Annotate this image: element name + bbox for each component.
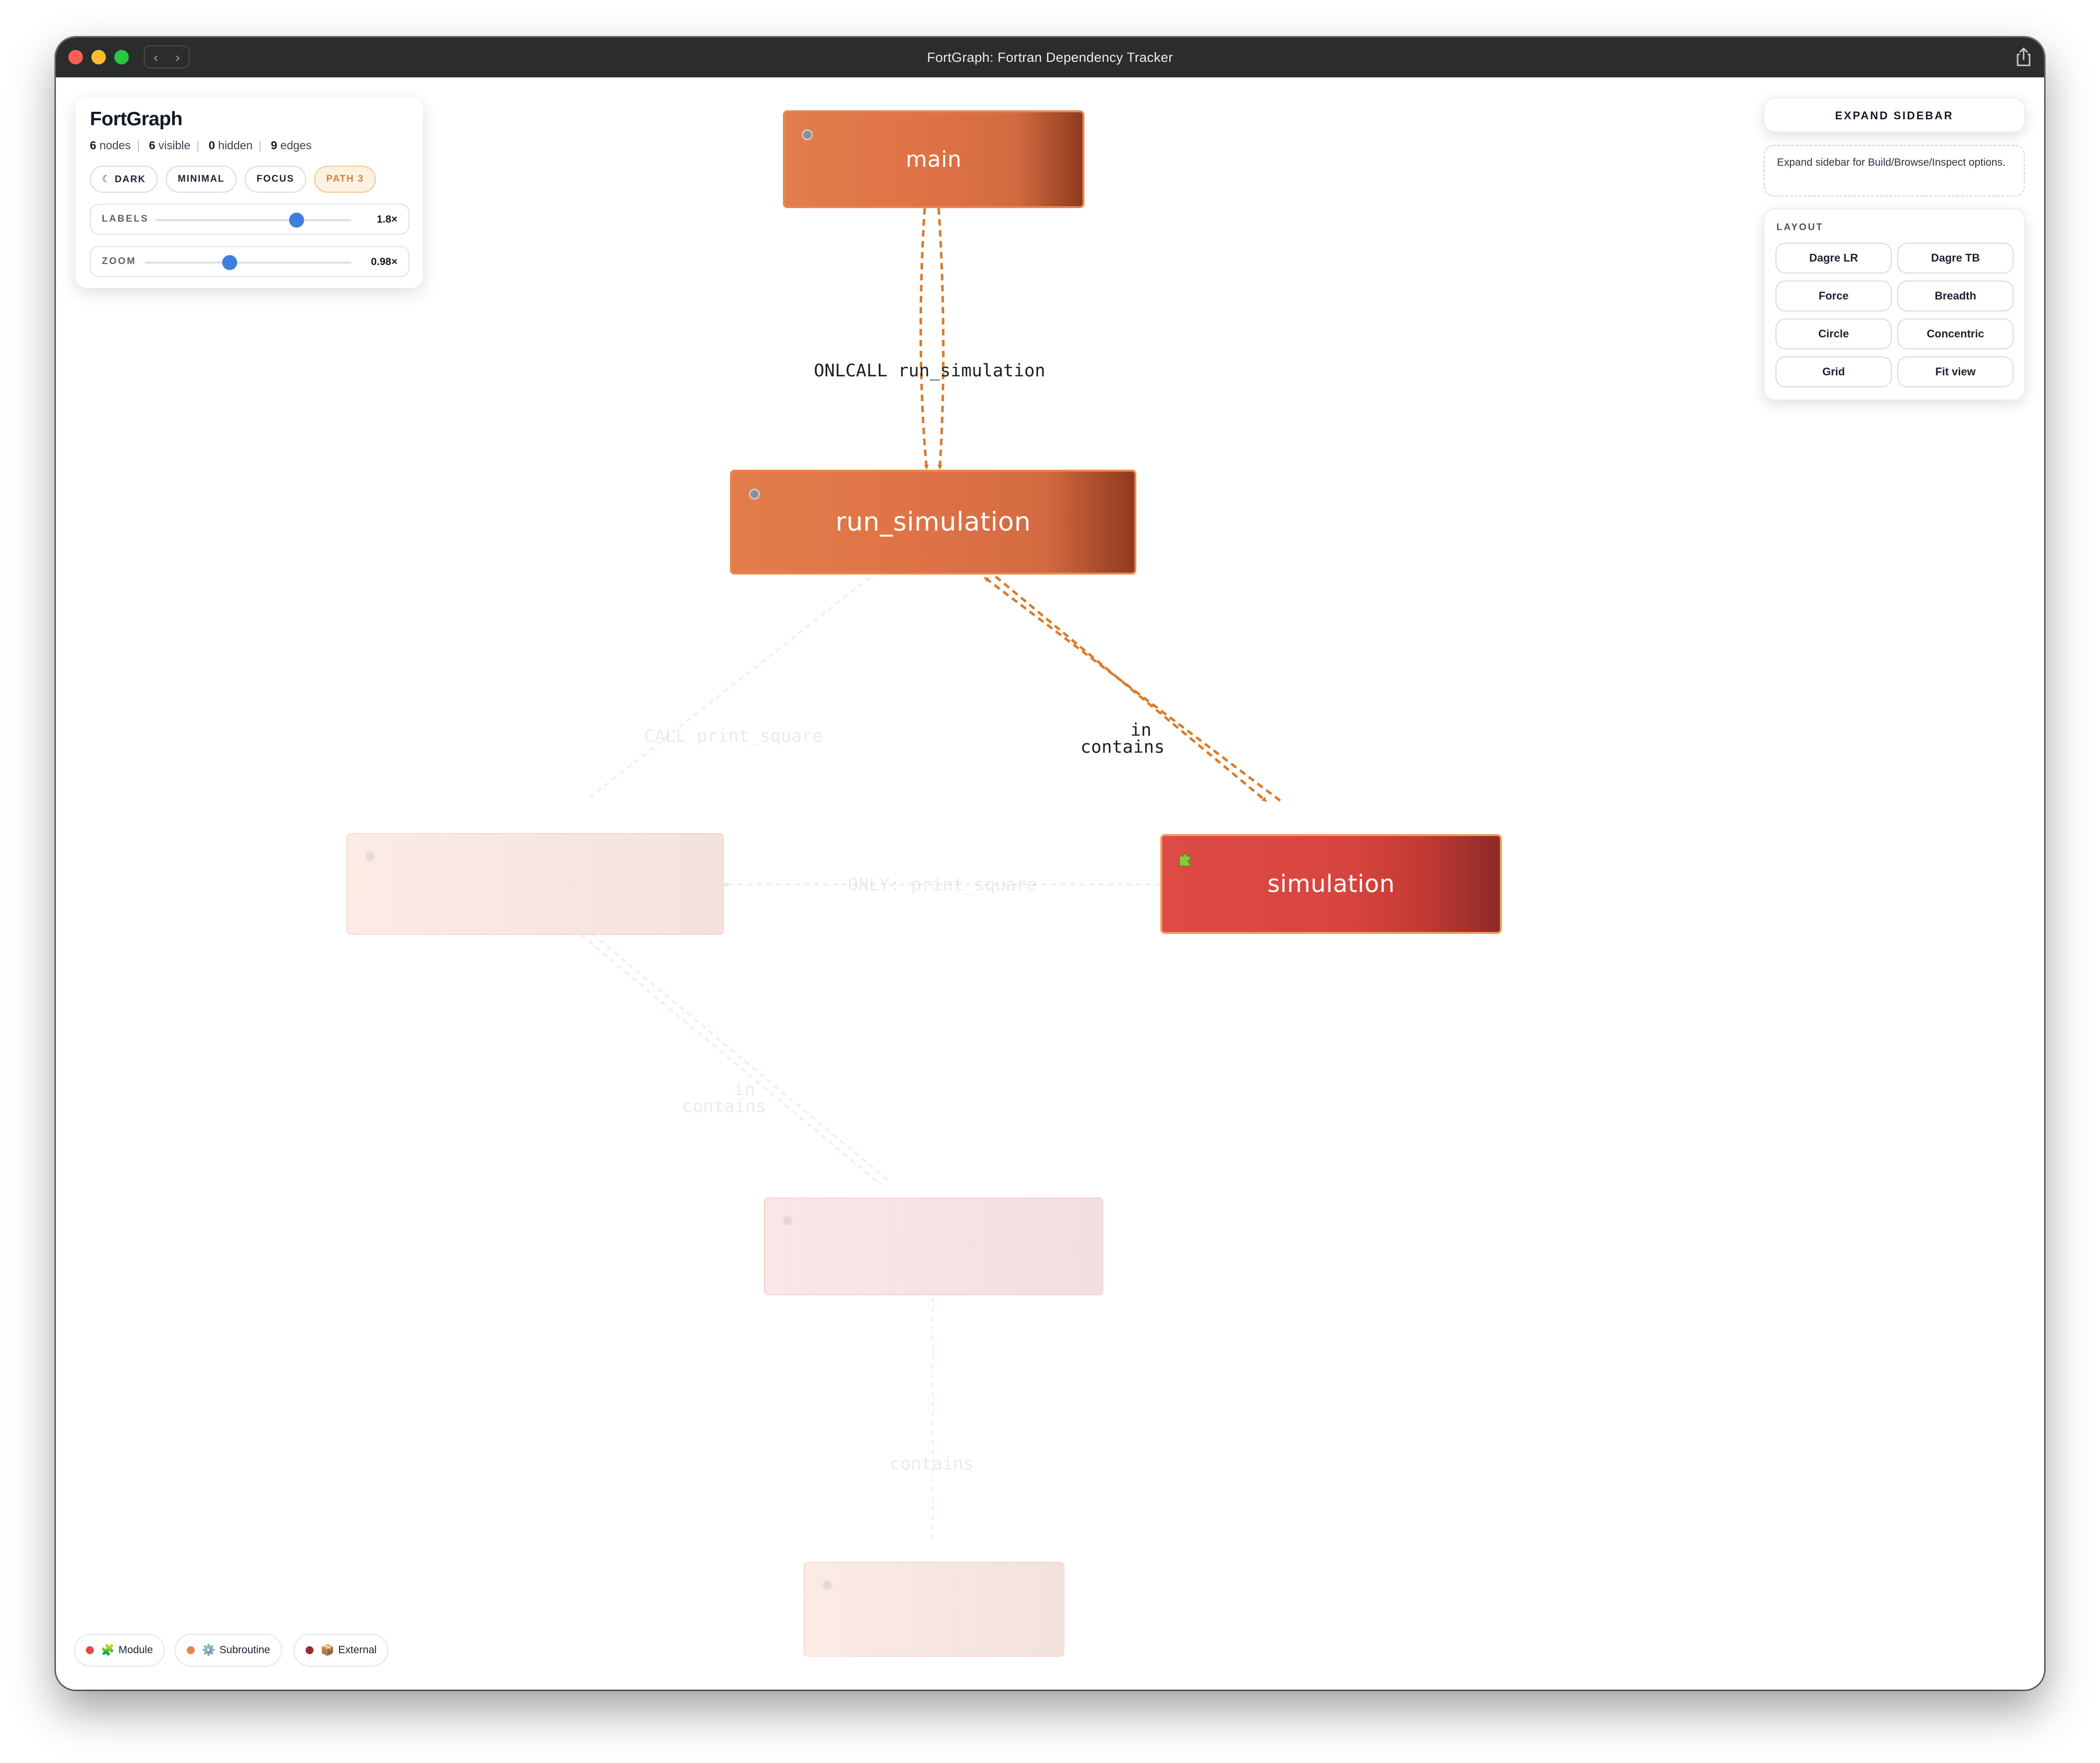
window-title: FortGraph: Fortran Dependency Tracker: [927, 50, 1173, 65]
legend-module[interactable]: 🧩 Module: [74, 1634, 165, 1667]
gear-icon: [822, 1580, 833, 1591]
expand-sidebar-button[interactable]: EXPAND SIDEBAR: [1763, 97, 2025, 132]
labels-slider-label: LABELS: [102, 214, 149, 224]
package-icon: 📦: [321, 1644, 335, 1656]
legend-external-dot: [306, 1646, 314, 1654]
labels-slider-value: 1.8×: [376, 214, 397, 225]
legend-subroutine-label: Subroutine: [219, 1644, 270, 1656]
legend-subroutine-dot: [187, 1646, 195, 1654]
layout-concentric-button[interactable]: Concentric: [1897, 318, 2014, 349]
dark-mode-toggle[interactable]: ☾ DARK: [90, 166, 158, 193]
zoom-slider-row: ZOOM 0.98×: [90, 246, 409, 277]
focus-mode-toggle[interactable]: FOCUS: [244, 166, 307, 193]
node-module-faded[interactable]: [764, 1197, 1103, 1295]
edge-print-square-to-module-faded-b: [592, 933, 891, 1183]
app-window: ‹ › FortGraph: Fortran Dependency Tracke…: [56, 37, 2044, 1690]
layout-dagre-tb-button[interactable]: Dagre TB: [1897, 243, 2014, 274]
legend-external[interactable]: 📦 External: [294, 1634, 389, 1667]
visible-label: visible: [158, 139, 191, 152]
layout-force-button[interactable]: Force: [1775, 281, 1892, 311]
title-bar: ‹ › FortGraph: Fortran Dependency Tracke…: [56, 37, 2044, 77]
edge-label-contains: contains: [1080, 737, 1165, 757]
edge-run-simulation-to-print-square-faded: [590, 577, 870, 798]
hidden-label: hidden: [218, 139, 253, 152]
node-run-simulation[interactable]: run_simulation: [730, 470, 1136, 575]
node-run-simulation-label: run_simulation: [835, 507, 1031, 537]
visible-count: 6: [149, 139, 156, 152]
nodes-count: 6: [90, 139, 96, 152]
legend-module-label: Module: [118, 1644, 153, 1656]
control-panel: FortGraph 6 nodes | 6 visible | 0 hidden | …: [76, 97, 423, 288]
app-title: FortGraph: [90, 108, 183, 130]
share-icon[interactable]: [2012, 45, 2035, 68]
legend-subroutine[interactable]: ⚙️ Subroutine: [175, 1634, 282, 1667]
node-simulation[interactable]: simulation: [1160, 834, 1502, 934]
node-simulation-label: simulation: [1267, 870, 1395, 898]
labels-slider-row: LABELS 1.8×: [90, 204, 409, 235]
edge-main-to-run-simulation-only[interactable]: [937, 208, 945, 470]
zoom-slider-track[interactable]: [145, 262, 351, 264]
legend-external-label: External: [338, 1644, 377, 1656]
puzzle-icon: [782, 1215, 793, 1226]
puzzle-icon: [1179, 854, 1191, 867]
edge-label-faded-contains-2: contains: [890, 1454, 974, 1474]
zoom-slider-thumb[interactable]: [222, 255, 237, 270]
gear-icon: [749, 489, 760, 500]
edge-main-to-run-simulation-call[interactable]: [919, 208, 929, 470]
nodes-label: nodes: [99, 139, 131, 152]
puzzle-icon: 🧩: [101, 1644, 115, 1656]
edge-run-simulation-to-simulation-contains[interactable]: [995, 576, 1267, 802]
legend-module-dot: [86, 1646, 94, 1654]
hidden-count: 0: [208, 139, 215, 152]
edge-label-in: in: [1130, 720, 1152, 740]
labels-slider-thumb[interactable]: [289, 213, 305, 228]
graph-canvas[interactable]: ONLCALL run_simulation in contains CALL …: [56, 77, 2044, 1690]
edges-label: edges: [280, 139, 312, 152]
layout-card: LAYOUT Dagre LR Dagre TB Force Breadth C…: [1763, 209, 2025, 400]
layout-breadth-button[interactable]: Breadth: [1897, 281, 2014, 311]
fit-view-button[interactable]: Fit view: [1897, 356, 2014, 387]
edge-label-main-run-simulation: ONLCALL run_simulation: [814, 361, 1046, 381]
layout-dagre-lr-button[interactable]: Dagre LR: [1775, 243, 1892, 274]
edge-label-call-print-square: CALL print_square: [644, 726, 823, 746]
minimal-mode-toggle[interactable]: MINIMAL: [166, 166, 237, 193]
node-main-label: main: [906, 146, 962, 172]
graph-stats: 6 nodes | 6 visible | 0 hidden | 9 edges: [90, 139, 312, 152]
node-print-square-faded[interactable]: [347, 833, 724, 935]
gear-icon: [364, 851, 375, 862]
gear-icon: ⚙️: [202, 1644, 216, 1656]
edge-label-only-print-square: ONLY: print_square: [848, 875, 1038, 895]
mode-chips: ☾ DARK MINIMAL FOCUS PATH 3: [90, 166, 376, 193]
edge-print-square-to-module-faded-a: [581, 934, 881, 1185]
layout-circle-button[interactable]: Circle: [1775, 318, 1892, 349]
edges-count: 9: [271, 139, 278, 152]
sidebar-hint: Expand sidebar for Build/Browse/Inspect …: [1763, 145, 2025, 197]
zoom-slider-label: ZOOM: [102, 256, 136, 267]
edge-label-faded-contains: contains: [682, 1097, 766, 1117]
labels-slider-track[interactable]: [156, 219, 351, 221]
node-bottom-faded[interactable]: [804, 1562, 1064, 1657]
path-mode-toggle[interactable]: PATH 3: [314, 166, 376, 193]
zoom-slider-value: 0.98×: [370, 256, 397, 268]
edge-label-faded-in: in: [734, 1080, 755, 1100]
layout-grid-button[interactable]: Grid: [1775, 356, 1892, 387]
layout-title: LAYOUT: [1776, 222, 1824, 233]
node-main[interactable]: main: [783, 110, 1084, 208]
gear-icon: [802, 129, 813, 140]
